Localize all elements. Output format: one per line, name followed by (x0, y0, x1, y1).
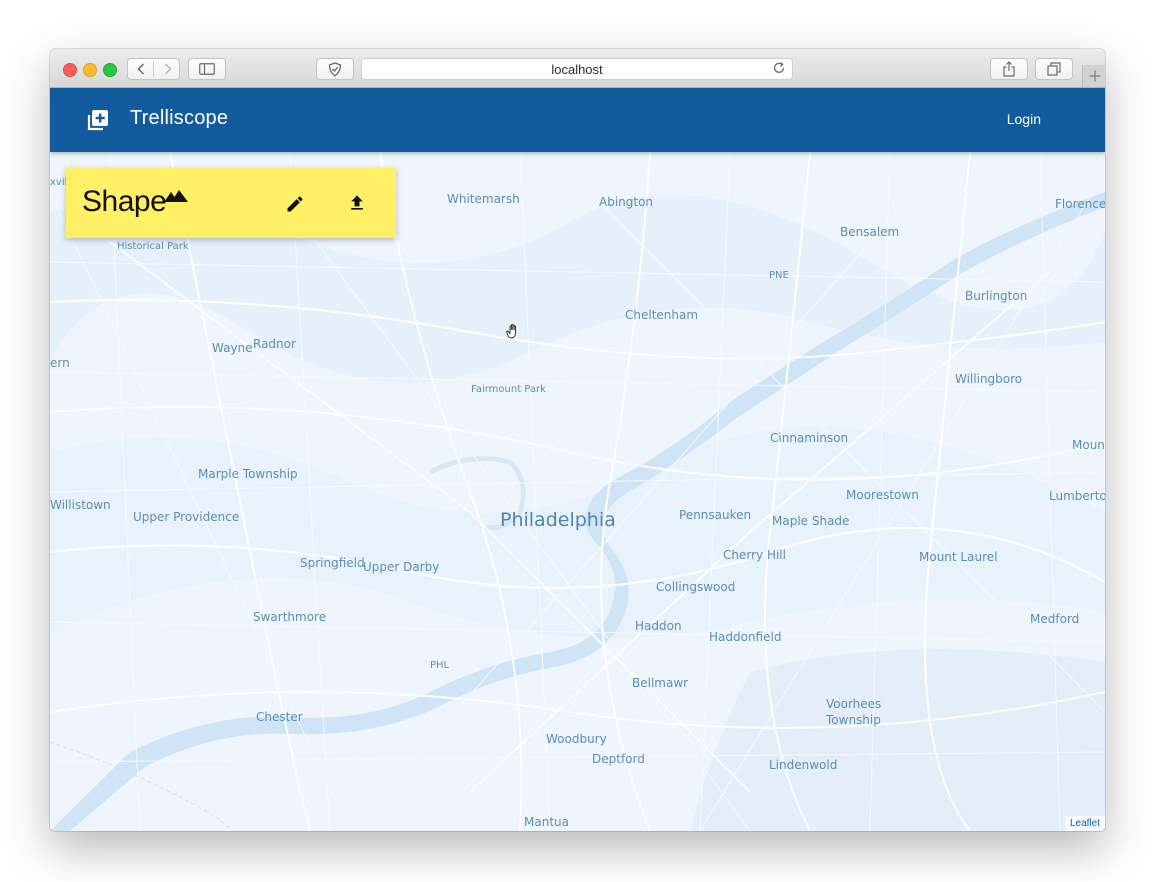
map-place-label: Springfield (300, 556, 365, 570)
map-place-label: Burlington (965, 289, 1028, 303)
map-place-label: Radnor (253, 337, 296, 351)
map-base-layer (50, 152, 1105, 831)
back-button[interactable] (128, 59, 153, 79)
nav-divider (153, 61, 154, 77)
map-place-label: Fairmount Park (471, 384, 546, 395)
sidebar-toggle-button[interactable] (188, 58, 226, 80)
map-place-label: Cheltenham (625, 308, 699, 322)
map-place-label: Willingboro (955, 372, 1023, 386)
upload-icon[interactable] (347, 193, 367, 213)
map-place-label: Cherry Hill (723, 548, 786, 562)
map-place-label: Medford (1030, 612, 1080, 626)
chevron-right-icon (164, 63, 172, 75)
chevron-left-icon (136, 63, 144, 75)
close-window-button[interactable] (63, 63, 77, 77)
attribution-link[interactable]: Leaflet (1070, 818, 1100, 829)
trelliscope-logo-icon (87, 110, 108, 131)
map-place-label: Historical Park (117, 241, 189, 252)
map-place-label: Deptford (592, 752, 645, 766)
map-place-label: Florence (1055, 197, 1105, 211)
browser-window: localhost Trelliscope Login xvil Whitema… (50, 49, 1105, 831)
map-attribution[interactable]: Leaflet (1064, 816, 1105, 831)
address-bar[interactable]: localhost (361, 58, 793, 80)
mountain-icon (164, 190, 188, 202)
map-place-label: Collingswood (656, 580, 736, 594)
map-place-label: Moorestown (846, 488, 919, 502)
new-tab-button[interactable] (1082, 65, 1105, 87)
map-place-label: Pennsauken (679, 508, 752, 522)
pencil-icon[interactable] (285, 194, 305, 214)
map-place-label: Wayne (212, 341, 253, 355)
map-place-label: Philadelphia (500, 509, 616, 531)
reload-icon (773, 62, 785, 73)
tabs-icon (1047, 62, 1061, 76)
sidebar-icon (199, 63, 215, 75)
map-view[interactable]: xvil Whitemarsh Abington Florence Bensal… (50, 152, 1105, 831)
map-place-label: Chester (256, 710, 303, 724)
shape-logo-text: Shape (82, 185, 167, 218)
map-place-label: Mantua (524, 815, 569, 829)
map-place-label: Bensalem (840, 225, 900, 239)
share-button[interactable] (990, 58, 1028, 80)
grab-hand-cursor-icon (506, 324, 517, 339)
map-place-label: Upper Providence (133, 510, 240, 524)
map-place-label: Swarthmore (253, 610, 327, 624)
forward-button[interactable] (155, 59, 180, 79)
map-place-label: Mount Laurel (919, 550, 998, 564)
map-place-label: PHL (430, 660, 450, 671)
map-place-label: PNE (769, 270, 789, 281)
map-place-label: xvil (50, 177, 68, 188)
tab-overview-button[interactable] (1035, 58, 1073, 80)
minimize-window-button[interactable] (83, 63, 97, 77)
map-place-label: Township (826, 713, 881, 727)
zoom-window-button[interactable] (103, 63, 117, 77)
map-place-label: Cinnaminson (770, 431, 849, 445)
privacy-report-button[interactable] (316, 58, 354, 80)
map-place-label: Woodbury (546, 732, 607, 746)
map-place-label: Bellmawr (632, 676, 689, 690)
map-place-label: Haddon (635, 619, 682, 633)
map-place-label: Mount (1072, 438, 1105, 452)
map-place-label: Whitemarsh (447, 192, 520, 206)
map-place-label: Upper Darby (363, 560, 440, 574)
nav-button-group (127, 58, 180, 80)
map-place-label: Maple Shade (772, 514, 850, 528)
reload-button[interactable] (772, 61, 786, 78)
map-place-label: Voorhees (826, 697, 882, 711)
plus-icon (1089, 70, 1100, 82)
map-place-label: Abington (599, 195, 654, 209)
app-header: Trelliscope Login (50, 88, 1105, 152)
map-place-label: Willistown (50, 498, 111, 512)
url-text: localhost (551, 61, 603, 77)
map-place-label: Haddonfield (709, 630, 782, 644)
map-place-label: Lumberton (1049, 489, 1105, 503)
map-place-label: ern (50, 356, 70, 370)
app-title: Trelliscope (130, 107, 229, 129)
map-place-label: Lindenwold (769, 758, 838, 772)
browser-titlebar: localhost (50, 49, 1105, 88)
share-icon (1003, 61, 1015, 77)
shield-icon (328, 61, 342, 77)
map-place-label: Marple Township (198, 467, 298, 481)
shape-control-card: Shape (66, 168, 396, 238)
login-button[interactable]: Login (1007, 111, 1041, 127)
